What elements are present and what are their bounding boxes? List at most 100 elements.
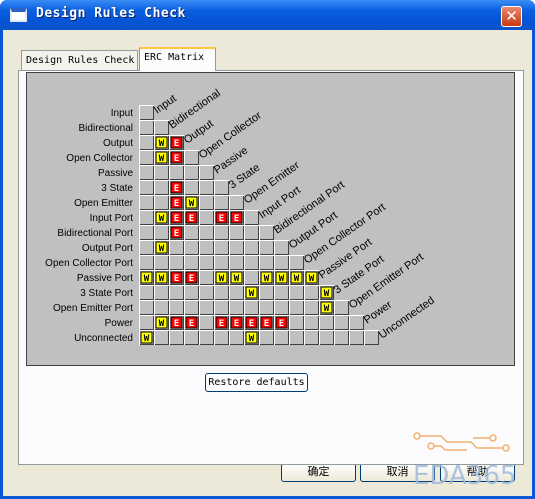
matrix-cell[interactable]: W [184, 195, 199, 210]
matrix-cell[interactable] [154, 165, 169, 180]
matrix-cell[interactable] [289, 300, 304, 315]
matrix-cell[interactable] [139, 255, 154, 270]
matrix-cell[interactable] [169, 240, 184, 255]
matrix-cell[interactable] [274, 330, 289, 345]
matrix-cell[interactable]: E [244, 315, 259, 330]
matrix-cell[interactable] [139, 300, 154, 315]
matrix-cell[interactable]: W [154, 315, 169, 330]
matrix-cell[interactable]: W [319, 300, 334, 315]
matrix-cell[interactable] [139, 165, 154, 180]
matrix-cell[interactable] [244, 300, 259, 315]
matrix-cell[interactable]: E [229, 315, 244, 330]
matrix-cell[interactable] [229, 285, 244, 300]
matrix-cell[interactable]: E [169, 225, 184, 240]
matrix-cell[interactable]: W [154, 150, 169, 165]
matrix-cell[interactable] [244, 270, 259, 285]
matrix-cell[interactable] [184, 330, 199, 345]
matrix-cell[interactable] [259, 300, 274, 315]
matrix-cell[interactable] [184, 180, 199, 195]
matrix-cell[interactable] [259, 330, 274, 345]
matrix-cell[interactable] [199, 315, 214, 330]
matrix-cell[interactable] [184, 285, 199, 300]
title-bar[interactable]: Design Rules Check ✕ [0, 0, 535, 30]
matrix-cell[interactable] [169, 300, 184, 315]
matrix-cell[interactable] [304, 330, 319, 345]
matrix-cell[interactable] [154, 255, 169, 270]
matrix-cell[interactable] [214, 285, 229, 300]
matrix-cell[interactable] [244, 225, 259, 240]
matrix-cell[interactable] [199, 330, 214, 345]
matrix-cell[interactable] [214, 300, 229, 315]
matrix-cell[interactable]: E [184, 210, 199, 225]
matrix-cell[interactable] [229, 225, 244, 240]
matrix-cell[interactable] [349, 330, 364, 345]
matrix-cell[interactable] [244, 255, 259, 270]
matrix-cell[interactable]: W [244, 285, 259, 300]
matrix-cell[interactable] [214, 240, 229, 255]
matrix-cell[interactable] [169, 165, 184, 180]
matrix-cell[interactable]: E [229, 210, 244, 225]
matrix-cell[interactable]: E [169, 195, 184, 210]
matrix-cell[interactable] [139, 195, 154, 210]
matrix-cell[interactable] [154, 300, 169, 315]
matrix-cell[interactable] [304, 300, 319, 315]
matrix-cell[interactable]: W [244, 330, 259, 345]
matrix-cell[interactable] [199, 240, 214, 255]
matrix-cell[interactable] [319, 330, 334, 345]
matrix-cell[interactable] [304, 315, 319, 330]
restore-defaults-button[interactable]: Restore defaults [205, 373, 308, 392]
matrix-cell[interactable] [289, 285, 304, 300]
matrix-cell[interactable] [334, 315, 349, 330]
matrix-cell[interactable] [139, 240, 154, 255]
matrix-cell[interactable] [139, 135, 154, 150]
matrix-cell[interactable] [139, 120, 154, 135]
matrix-cell[interactable]: E [169, 150, 184, 165]
matrix-cell[interactable]: E [274, 315, 289, 330]
matrix-cell[interactable] [229, 300, 244, 315]
matrix-cell[interactable] [274, 300, 289, 315]
matrix-cell[interactable]: W [289, 270, 304, 285]
matrix-cell[interactable]: W [214, 270, 229, 285]
matrix-cell[interactable] [184, 225, 199, 240]
close-button[interactable]: ✕ [501, 6, 522, 27]
matrix-cell[interactable] [214, 330, 229, 345]
matrix-cell[interactable] [154, 180, 169, 195]
matrix-cell[interactable]: W [139, 330, 154, 345]
matrix-cell[interactable]: W [154, 270, 169, 285]
matrix-cell[interactable] [289, 315, 304, 330]
matrix-cell[interactable] [229, 330, 244, 345]
matrix-cell[interactable]: E [169, 315, 184, 330]
matrix-cell[interactable]: E [184, 270, 199, 285]
matrix-cell[interactable] [154, 330, 169, 345]
matrix-cell[interactable] [139, 225, 154, 240]
matrix-cell[interactable]: W [154, 240, 169, 255]
matrix-cell[interactable]: W [139, 270, 154, 285]
matrix-cell[interactable]: W [154, 210, 169, 225]
matrix-cell[interactable] [139, 150, 154, 165]
matrix-cell[interactable] [214, 195, 229, 210]
matrix-cell[interactable]: W [229, 270, 244, 285]
matrix-cell[interactable] [199, 210, 214, 225]
matrix-cell[interactable]: E [214, 210, 229, 225]
matrix-cell[interactable] [244, 240, 259, 255]
matrix-cell[interactable] [199, 195, 214, 210]
matrix-cell[interactable] [289, 330, 304, 345]
matrix-cell[interactable] [259, 240, 274, 255]
matrix-cell[interactable] [334, 330, 349, 345]
matrix-cell[interactable] [259, 285, 274, 300]
tab-erc-matrix[interactable]: ERC Matrix [139, 47, 216, 71]
matrix-cell[interactable] [139, 285, 154, 300]
matrix-cell[interactable]: E [169, 270, 184, 285]
matrix-cell[interactable] [229, 240, 244, 255]
matrix-cell[interactable] [259, 255, 274, 270]
tab-design-rules-check[interactable]: Design Rules Check [21, 50, 138, 70]
matrix-cell[interactable] [169, 285, 184, 300]
matrix-cell[interactable] [139, 210, 154, 225]
matrix-cell[interactable] [214, 225, 229, 240]
matrix-cell[interactable] [154, 225, 169, 240]
matrix-cell[interactable] [169, 255, 184, 270]
matrix-cell[interactable]: E [169, 210, 184, 225]
matrix-cell[interactable] [184, 240, 199, 255]
matrix-cell[interactable] [274, 255, 289, 270]
matrix-cell[interactable] [199, 225, 214, 240]
